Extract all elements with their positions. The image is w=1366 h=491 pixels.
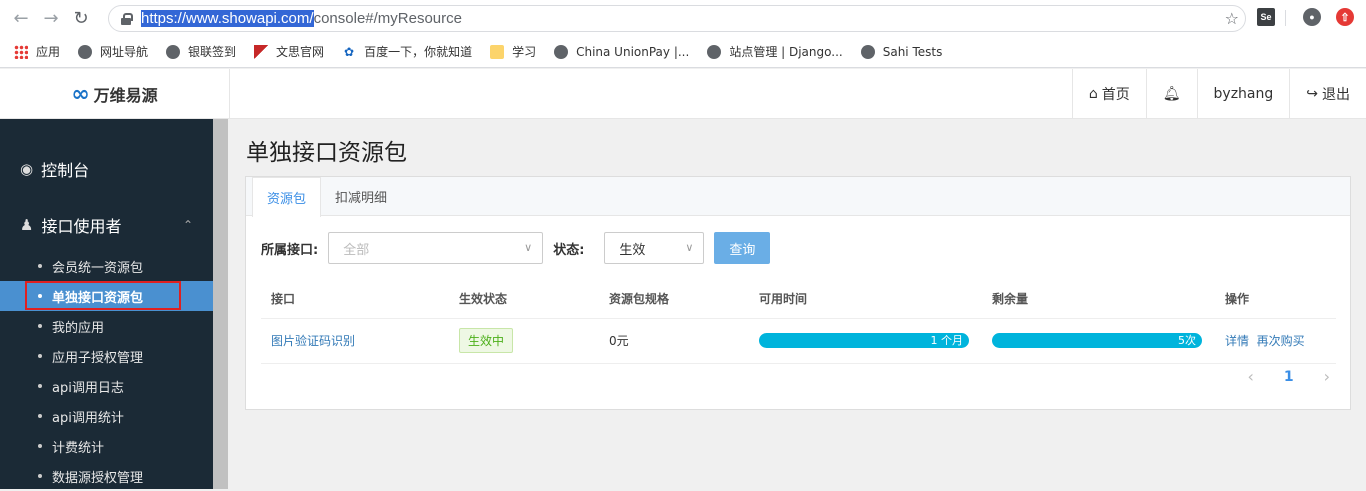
api-name-link[interactable]: 图片验证码识别 [271,334,355,348]
home-icon: ⌂ [1088,86,1098,102]
col-status: 生效状态 [449,280,599,319]
bookmark-django[interactable]: 站点管理 | Django... [707,43,843,60]
address-bar[interactable]: https://www.showapi.com/console#/myResou… [108,5,1246,32]
sidebar-item-billing-stats[interactable]: 计费统计 [0,431,213,461]
url-text[interactable]: https://www.showapi.com/console#/myResou… [141,10,462,27]
reload-icon[interactable]: ↻ [66,3,96,33]
bookmark-sahi[interactable]: Sahi Tests [860,44,942,59]
bookmark-study-folder[interactable]: 学习 [490,43,536,60]
user-icon: ♟ [20,216,34,234]
notifications-button[interactable]: 🔔︎ [1145,69,1197,119]
chevron-down-icon: ∨ [524,241,533,254]
table-row: 图片验证码识别 生效中 0元 1 个月 5次 详情 再次购买 [261,318,1336,364]
sidebar-item-api-logs[interactable]: api调用日志 [0,371,213,401]
lock-icon [121,12,133,25]
sidebar-item-console[interactable]: ◉ 控制台 [0,157,213,181]
globe-icon [860,44,875,59]
bookmark-wensi[interactable]: 文思官网 [254,43,324,60]
flag-icon [254,44,269,59]
logout-link[interactable]: ↪ 退出 [1289,69,1366,119]
api-filter-label: 所属接口: [261,242,319,258]
status-badge: 生效中 [459,328,514,353]
prev-page-icon[interactable]: ‹ [1247,367,1253,386]
logo[interactable]: ∞ 万维易源 [0,69,230,119]
bookmark-chinaunionpay[interactable]: China UnionPay |... [554,44,689,59]
table-header-row: 接口 生效状态 资源包规格 可用时间 剩余量 操作 [261,280,1336,319]
selenium-extension-icon[interactable]: Se [1257,8,1275,26]
logo-text: 万维易源 [93,86,158,105]
sidebar-group-api-users[interactable]: ♟ 接口使用者 ⌃ [0,213,213,237]
col-actions: 操作 [1215,280,1336,319]
sidebar-item-api-stats[interactable]: api调用统计 [0,401,213,431]
bookmarks-bar: 应用 网址导航 银联签到 文思官网 ✿ 百度一下，你就知道 学习 China Un… [0,36,1366,68]
next-page-icon[interactable]: › [1324,367,1330,386]
home-link[interactable]: ⌂ 首页 [1071,69,1146,119]
api-filter-select[interactable]: 全部 ∨ [328,232,544,264]
globe-icon [166,44,181,59]
paw-icon: ✿ [344,44,355,59]
col-remain: 剩余量 [982,280,1215,319]
globe-icon [554,44,569,59]
remain-progress-bar: 5次 [992,333,1202,348]
chevron-down-icon: ∨ [685,241,694,254]
detail-link[interactable]: 详情 [1225,334,1249,348]
tab-bar: 资源包 扣减明细 [246,177,1350,217]
time-progress-bar: 1 个月 [759,333,969,348]
resource-panel: 资源包 扣减明细 所属接口: 全部 ∨ 状态: 生效 ∨ 查询 接口 生效状态 资源… [245,176,1351,410]
bell-icon: 🔔︎ [1162,86,1181,102]
tab-deduction-detail[interactable]: 扣减明细 [321,177,401,216]
globe-icon [78,44,93,59]
logout-icon: ↪ [1306,86,1318,102]
page-number[interactable]: 1 [1284,369,1294,385]
toolbar-divider [1285,10,1286,26]
sidebar-item-member-package[interactable]: 会员统一资源包 [0,251,213,281]
pagination: ‹ 1 › [1247,367,1330,386]
back-icon[interactable]: ← [6,3,36,33]
rebuy-link[interactable]: 再次购买 [1257,334,1305,348]
account-icon[interactable]: ● [1303,8,1321,26]
bookmark-baidu[interactable]: ✿ 百度一下，你就知道 [342,43,472,60]
bookmark-nav[interactable]: 网址导航 [78,43,148,60]
dashboard-icon: ◉ [20,160,34,178]
bookmark-unionpay-signin[interactable]: 银联签到 [166,43,236,60]
col-time: 可用时间 [749,280,982,319]
sidebar-item-datasource-auth[interactable]: 数据源授权管理 [0,461,213,491]
status-filter-select[interactable]: 生效 ∨ [604,232,705,264]
sidebar-item-sub-auth[interactable]: 应用子授权管理 [0,341,213,371]
bookmark-star-icon[interactable]: ☆ [1225,9,1239,28]
status-filter-label: 状态: [553,242,585,258]
apps-grid-icon [14,44,28,59]
globe-icon [707,44,722,59]
header-nav: ⌂ 首页 🔔︎ byzhang ↪ 退出 [1071,69,1366,119]
forward-icon[interactable]: → [36,3,66,33]
page-title: 单独接口资源包 [246,140,407,166]
update-icon[interactable]: ⇧ [1336,8,1354,26]
infinity-logo-icon: ∞ [71,81,89,107]
app-header: ∞ 万维易源 ⌂ 首页 🔔︎ byzhang ↪ 退出 [0,69,1366,119]
folder-icon [490,44,505,59]
tab-resource-package[interactable]: 资源包 [252,177,322,217]
sidebar-item-my-apps[interactable]: 我的应用 [0,311,213,341]
sidebar-scrollbar[interactable] [213,119,228,489]
bookmark-apps[interactable]: 应用 [14,43,60,60]
filter-bar: 所属接口: 全部 ∨ 状态: 生效 ∨ 查询 [261,232,771,264]
chevron-up-icon: ⌃ [182,218,193,232]
highlight-box [25,281,181,310]
spec-cell: 0元 [599,318,749,364]
username[interactable]: byzhang [1196,69,1290,119]
col-api: 接口 [261,280,449,319]
col-spec: 资源包规格 [599,280,749,319]
resource-table: 接口 生效状态 资源包规格 可用时间 剩余量 操作 图片验证码识别 生效中 0元… [261,280,1336,364]
query-button[interactable]: 查询 [714,232,771,264]
